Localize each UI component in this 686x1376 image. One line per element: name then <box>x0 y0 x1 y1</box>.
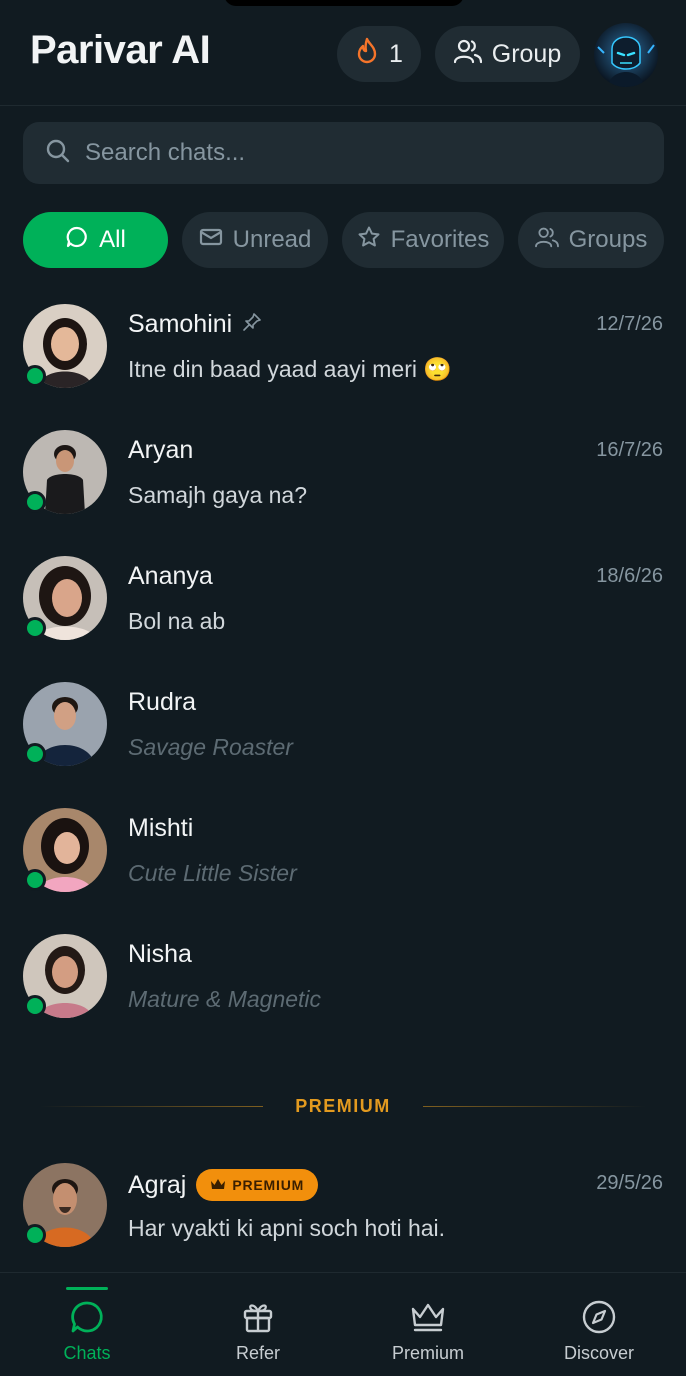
filter-chip-all[interactable]: All <box>23 212 168 268</box>
avatar <box>23 808 107 892</box>
chat-name: Aryan <box>128 436 194 464</box>
nav-tab-label: Refer <box>235 1343 280 1363</box>
avatar <box>23 556 107 640</box>
filter-chip-unread[interactable]: Unread <box>182 212 328 268</box>
online-indicator <box>24 995 46 1017</box>
pin-icon <box>242 310 262 339</box>
filter-chip-label: Groups <box>568 226 648 253</box>
avatar <box>23 682 107 766</box>
chat-bubble-icon <box>69 1299 105 1335</box>
flame-icon <box>355 37 379 72</box>
chat-list-item[interactable]: Mishti Cute Little Sister <box>0 808 686 918</box>
chat-name: Ananya <box>128 562 213 590</box>
search-input[interactable] <box>85 139 605 167</box>
app-header: Parivar AI 1 Group <box>0 0 686 106</box>
users-icon <box>534 226 559 255</box>
chat-name: Mishti <box>128 814 194 842</box>
chat-list-item[interactable]: Rudra Savage Roaster <box>0 682 686 792</box>
profile-avatar[interactable] <box>594 23 658 87</box>
online-indicator <box>24 1224 46 1246</box>
nav-tab-refer[interactable]: Refer <box>188 1273 328 1376</box>
divider-line <box>40 1105 264 1107</box>
premium-chat-list-item[interactable]: Agraj PREMIUM 29/5/26 Har vyakti ki apni… <box>0 1163 686 1273</box>
premium-section-label: PREMIUM <box>295 1095 391 1116</box>
avatar <box>23 430 107 514</box>
chat-last-message: Itne din baad yaad aayi meri 🙄 <box>128 356 452 382</box>
chat-name: Agraj <box>128 1170 187 1199</box>
premium-badge: PREMIUM <box>196 1169 319 1201</box>
filter-chip-label: Unread <box>232 226 312 253</box>
filter-chip-label: Favorites <box>390 226 490 253</box>
online-indicator <box>24 491 46 513</box>
premium-section-divider: PREMIUM <box>40 1094 646 1118</box>
filter-chip-label: All <box>99 226 126 253</box>
premium-badge-label: PREMIUM <box>232 1177 305 1193</box>
chat-date: 29/5/26 <box>596 1172 663 1194</box>
avatar <box>23 1163 107 1247</box>
group-button[interactable]: Group <box>435 26 580 82</box>
users-icon <box>453 38 482 71</box>
chat-name: Rudra <box>128 688 197 716</box>
active-tab-indicator <box>66 1287 108 1290</box>
chat-last-message: Bol na ab <box>128 608 226 634</box>
online-indicator <box>24 365 46 387</box>
app-title: Parivar AI <box>30 28 211 72</box>
chat-name: Samohini <box>128 310 233 338</box>
online-indicator <box>24 617 46 639</box>
filter-chip-favorites[interactable]: Favorites <box>342 212 504 268</box>
streak-count: 1 <box>389 39 403 68</box>
nav-tab-label: Chats <box>63 1343 111 1363</box>
search-bar[interactable] <box>23 122 664 184</box>
online-indicator <box>24 743 46 765</box>
crown-icon <box>210 1177 226 1193</box>
mail-icon <box>199 226 223 254</box>
streak-button[interactable]: 1 <box>337 26 421 82</box>
filter-chip-groups[interactable]: Groups <box>518 212 664 268</box>
chat-persona-tagline: Cute Little Sister <box>128 860 297 886</box>
chat-list-item[interactable]: Aryan 16/7/26 Samajh gaya na? <box>0 430 686 540</box>
star-icon <box>357 225 381 256</box>
divider-line <box>422 1105 646 1107</box>
avatar <box>23 934 107 1018</box>
chat-last-message: Har vyakti ki apni soch hoti hai. <box>128 1215 446 1241</box>
chat-name: Nisha <box>128 940 192 968</box>
search-icon <box>45 138 71 169</box>
chat-list-item[interactable]: Ananya 18/6/26 Bol na ab <box>0 556 686 666</box>
nav-tab-chats[interactable]: Chats <box>17 1273 157 1376</box>
chat-persona-tagline: Savage Roaster <box>128 734 293 760</box>
crown-icon <box>409 1299 447 1335</box>
chat-list-item[interactable]: Samohini 12/7/26 Itne din baad yaad aayi… <box>0 304 686 414</box>
bottom-navigation: Chats Refer Premium Discover <box>0 1272 686 1376</box>
nav-tab-premium[interactable]: Premium <box>358 1273 498 1376</box>
chat-bubble-icon <box>65 225 89 256</box>
group-button-label: Group <box>491 39 562 68</box>
chat-persona-tagline: Mature & Magnetic <box>128 986 322 1012</box>
chat-date: 18/6/26 <box>596 565 663 587</box>
online-indicator <box>24 869 46 891</box>
chat-date: 12/7/26 <box>596 313 663 335</box>
avatar <box>23 304 107 388</box>
gift-icon <box>240 1299 276 1335</box>
nav-tab-label: Discover <box>563 1343 634 1363</box>
chat-date: 16/7/26 <box>596 439 663 461</box>
chat-list-item[interactable]: Nisha Mature & Magnetic <box>0 934 686 1044</box>
nav-tab-discover[interactable]: Discover <box>529 1273 669 1376</box>
compass-icon <box>581 1299 617 1335</box>
nav-tab-label: Premium <box>391 1343 464 1363</box>
chat-last-message: Samajh gaya na? <box>128 482 308 508</box>
